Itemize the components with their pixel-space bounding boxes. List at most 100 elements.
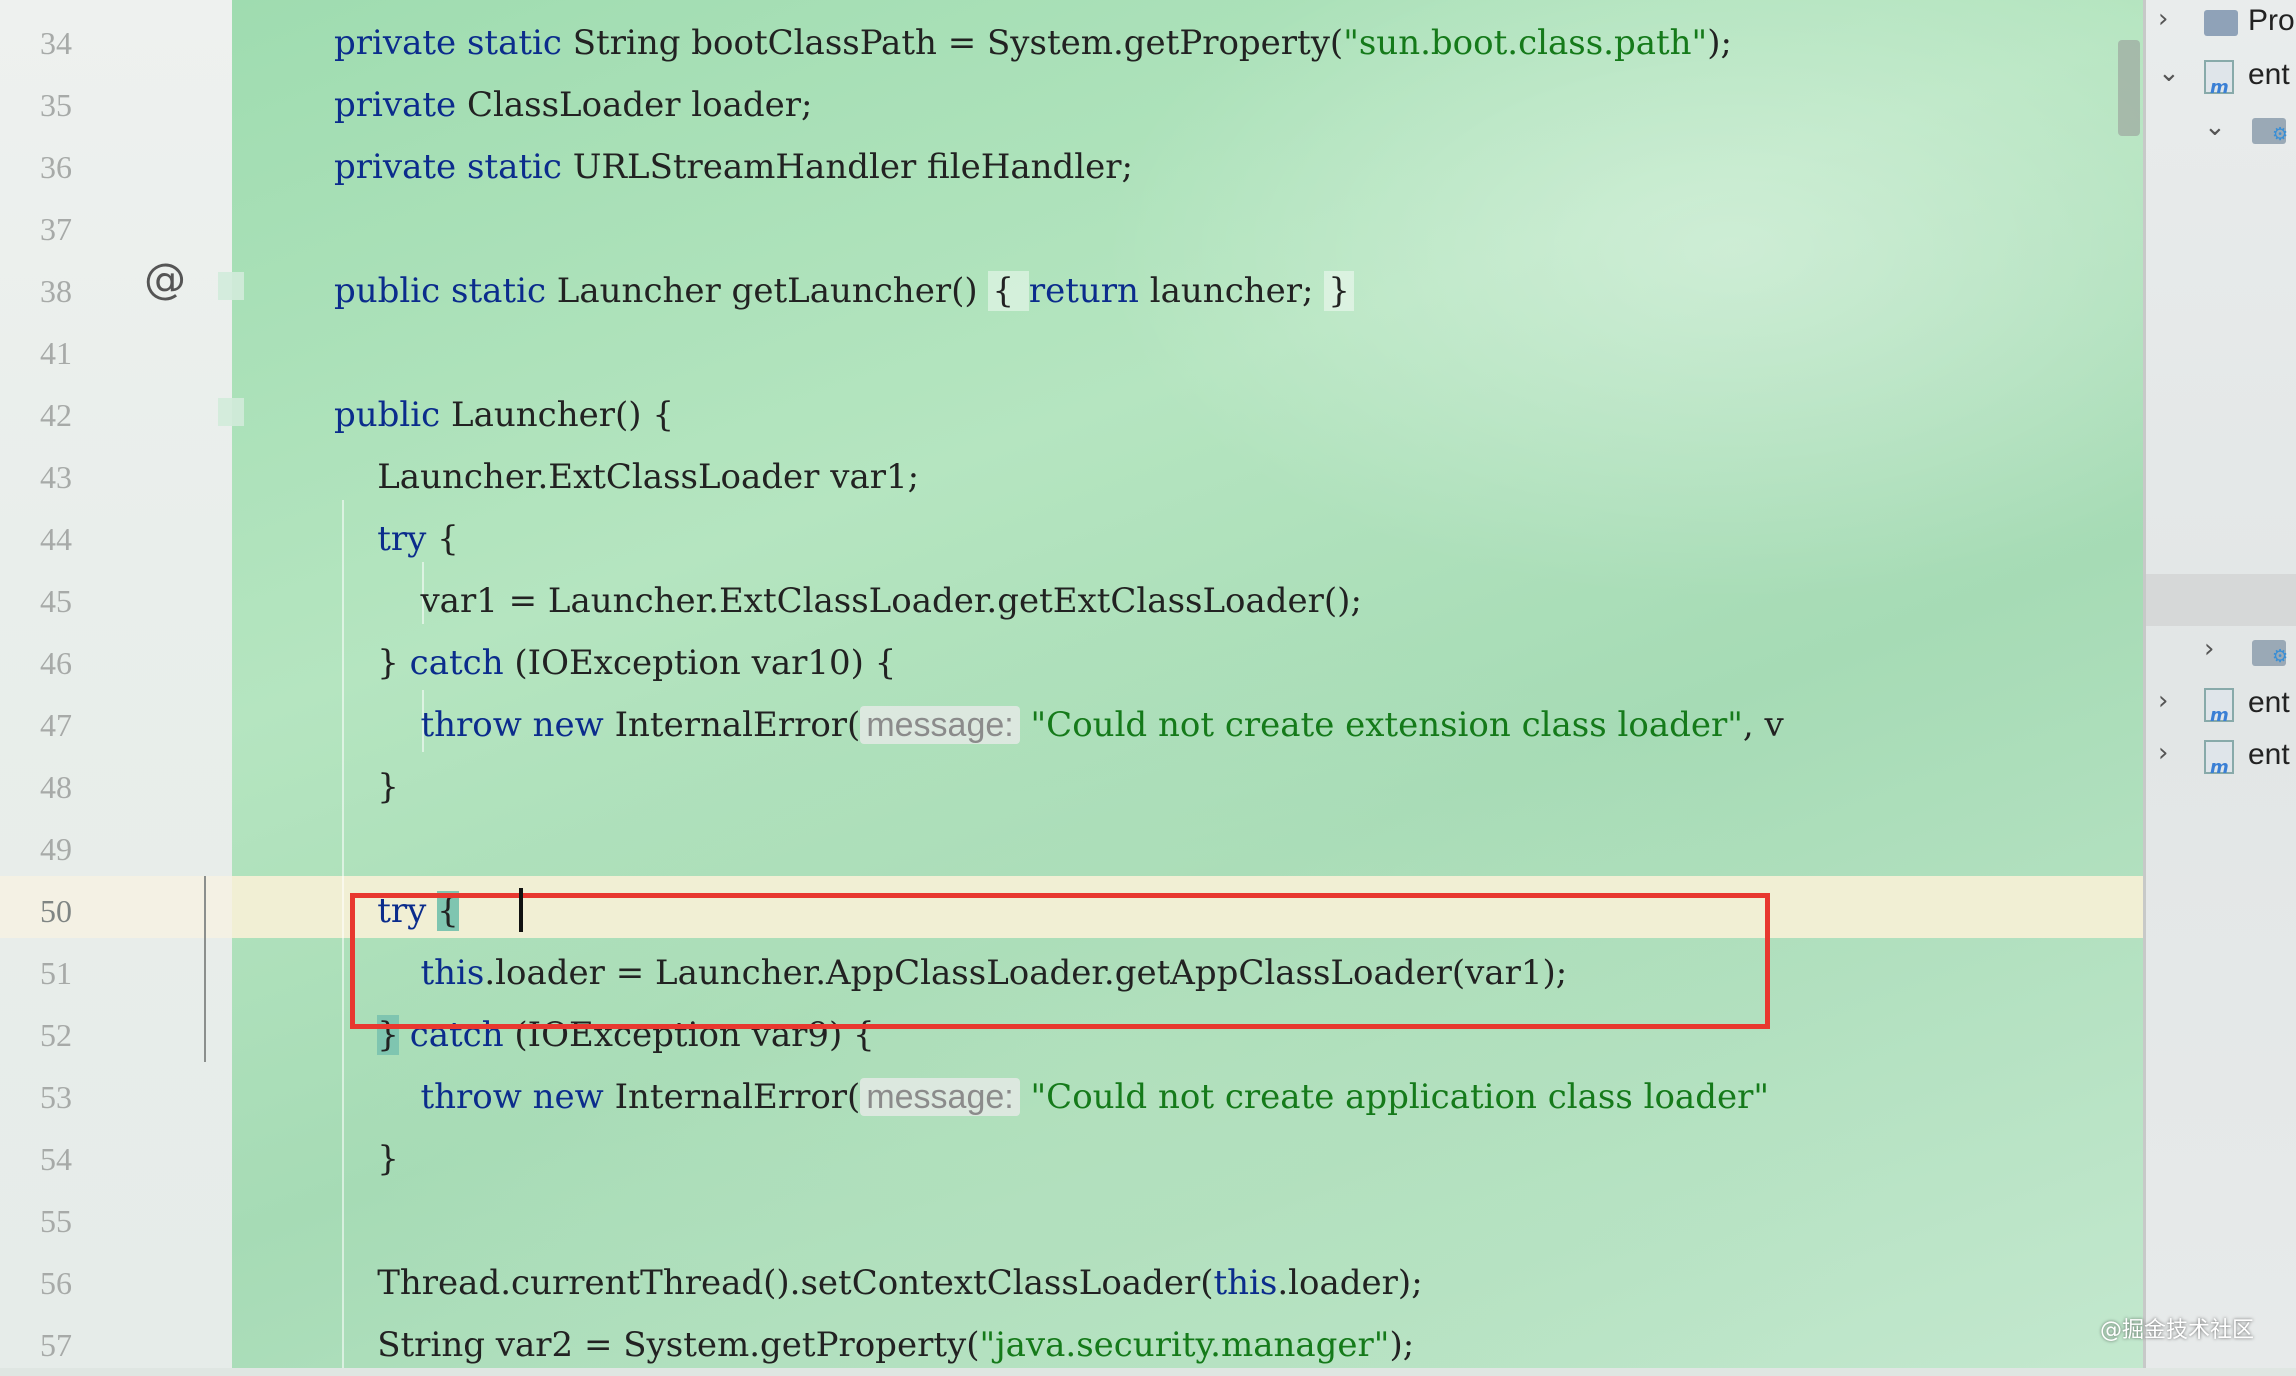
code-token: String var2 = System.getProperty(	[334, 1325, 980, 1365]
module-icon: m	[2204, 60, 2234, 98]
chevron-right-icon[interactable]: ›	[2158, 738, 2168, 768]
override-at-icon[interactable]: @	[144, 254, 186, 303]
line-number: 36	[40, 149, 72, 185]
code-token: );	[1707, 23, 1732, 63]
chevron-right-icon[interactable]: ›	[2158, 686, 2168, 716]
line-number: 57	[40, 1327, 72, 1363]
project-tree-row[interactable]: ⌄ m ent	[2146, 56, 2296, 98]
gear-icon: ⚙	[2272, 646, 2289, 667]
folded-brace: {	[988, 271, 1029, 311]
code-token: ClassLoader loader;	[466, 85, 813, 125]
code-token: .loader);	[1277, 1263, 1423, 1303]
line-number: 51	[40, 955, 72, 991]
code-line[interactable]: public static Launcher getLauncher() { r…	[334, 260, 1354, 322]
code-line[interactable]: String var2 = System.getProperty("java.s…	[334, 1314, 1414, 1376]
line-number: 45	[40, 583, 72, 619]
line-number: 47	[40, 707, 72, 743]
line-number: 44	[40, 521, 72, 557]
folded-brace: }	[1324, 271, 1354, 311]
keyword-token: throw new	[420, 705, 615, 745]
tree-item-label: Pro	[2248, 4, 2295, 37]
code-line[interactable]: private static URLStreamHandler fileHand…	[334, 136, 1133, 198]
code-line[interactable]: Launcher.ExtClassLoader var1;	[334, 446, 919, 508]
code-line[interactable]: throw new InternalError(message: "Could …	[334, 1066, 1769, 1128]
line-number: 41	[40, 335, 72, 371]
module-m-glyph: m	[2210, 77, 2229, 98]
module-m-glyph: m	[2210, 757, 2229, 778]
gear-icon: ⚙	[2272, 124, 2289, 145]
keyword-token: private	[334, 85, 467, 125]
fold-marker-icon[interactable]	[218, 272, 244, 300]
code-line[interactable]: var1 = Launcher.ExtClassLoader.getExtCla…	[334, 570, 1362, 632]
chevron-right-icon[interactable]: ›	[2204, 634, 2214, 664]
project-tree-row[interactable]: › m ent	[2146, 736, 2296, 778]
code-token: Thread.currentThread().setContextClassLo…	[334, 1263, 1214, 1303]
editor-scrollbar[interactable]	[2115, 0, 2143, 1368]
chevron-down-icon[interactable]: ⌄	[2204, 112, 2226, 142]
line-number: 55	[40, 1203, 72, 1239]
string-token: "sun.boot.class.path"	[1343, 23, 1708, 63]
code-token: {	[437, 519, 459, 559]
code-token: launcher;	[1149, 271, 1325, 311]
chevron-right-icon[interactable]: ›	[2158, 4, 2168, 34]
project-tree-row[interactable]: › m ent	[2146, 684, 2296, 726]
code-token: (IOException var10) {	[514, 643, 897, 683]
line-number: 56	[40, 1265, 72, 1301]
keyword-token: throw new	[420, 1077, 615, 1117]
line-number: 53	[40, 1079, 72, 1115]
code-token: Launcher.ExtClassLoader var1;	[334, 457, 920, 497]
code-token: Launcher() {	[451, 395, 674, 435]
block-guide	[204, 876, 206, 1062]
parameter-hint: message:	[860, 1078, 1020, 1116]
watermark: @掘金技术社区	[2100, 1318, 2255, 1343]
project-tree-row[interactable]: › ⚙	[2146, 632, 2296, 672]
code-token: String bootClassPath = System.getPropert…	[572, 23, 1344, 63]
folder-config-icon: ⚙	[2252, 640, 2289, 667]
module-icon: m	[2204, 740, 2234, 778]
panel-separator-band	[2146, 574, 2296, 626]
fold-marker-icon[interactable]	[218, 398, 244, 426]
line-number: 43	[40, 459, 72, 495]
scrollbar-thumb[interactable]	[2118, 40, 2140, 136]
code-line[interactable]: }	[334, 1128, 399, 1190]
line-number: 46	[40, 645, 72, 681]
chevron-down-icon[interactable]: ⌄	[2158, 58, 2180, 88]
keyword-token: public static	[334, 271, 557, 311]
line-number: 50	[40, 893, 72, 929]
code-token: Launcher getLauncher()	[556, 271, 989, 311]
code-line[interactable]: private static String bootClassPath = Sy…	[334, 12, 1732, 74]
code-line[interactable]: } catch (IOException var10) {	[334, 632, 896, 694]
line-number: 52	[40, 1017, 72, 1053]
line-number: 37	[40, 211, 72, 247]
code-line[interactable]: private ClassLoader loader;	[334, 74, 813, 136]
code-line[interactable]: Thread.currentThread().setContextClassLo…	[334, 1252, 1423, 1314]
keyword-token: try	[377, 519, 438, 559]
keyword-token: this	[1213, 1263, 1278, 1303]
string-token: "java.security.manager"	[979, 1325, 1390, 1365]
tree-item-label: ent	[2248, 738, 2290, 771]
line-number: 42	[40, 397, 72, 433]
code-line[interactable]: }	[334, 756, 399, 818]
module-icon: m	[2204, 688, 2234, 726]
code-token: var1 = Launcher.ExtClassLoader.getExtCla…	[334, 581, 1362, 621]
code-line[interactable]: throw new InternalError(message: "Could …	[334, 694, 1784, 756]
project-tree-row[interactable]: ⌄ ⚙	[2146, 110, 2296, 150]
code-line[interactable]: try {	[334, 508, 459, 570]
line-number: 35	[40, 87, 72, 123]
tree-item-label: ent	[2248, 686, 2290, 719]
code-line[interactable]: public Launcher() {	[334, 384, 674, 446]
keyword-token: return	[1028, 271, 1150, 311]
project-tree-row[interactable]: › Pro	[2146, 2, 2296, 42]
line-number: 49	[40, 831, 72, 867]
line-number: 34	[40, 25, 72, 61]
keyword-token: catch	[409, 643, 515, 683]
folder-icon	[2204, 10, 2238, 36]
code-token: , v	[1742, 705, 1784, 745]
module-m-glyph: m	[2210, 705, 2229, 726]
tree-item-label: ent	[2248, 58, 2290, 91]
keyword-token: public	[334, 395, 452, 435]
line-number: 38	[40, 273, 72, 309]
